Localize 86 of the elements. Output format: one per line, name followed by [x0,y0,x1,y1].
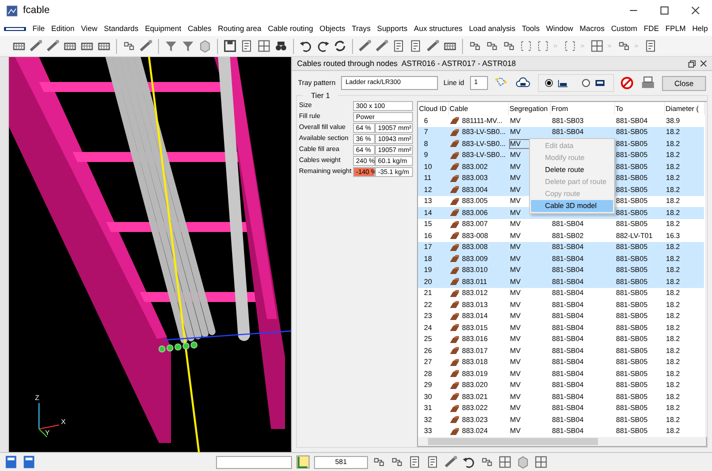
horizontal-scrollbar[interactable] [418,437,706,446]
cable-icon [450,404,459,412]
document-icon[interactable] [240,39,254,53]
maximize-icon[interactable] [660,6,669,15]
cable-icon [450,393,459,400]
cable-icon [450,174,459,182]
filter-icon[interactable] [164,39,178,53]
cable-icon [450,324,459,332]
undo-icon[interactable] [462,455,476,469]
document-icon[interactable] [409,39,423,53]
window-icon[interactable] [257,39,271,53]
cable-icon [450,290,459,297]
radio-button[interactable] [582,79,590,87]
cable-icon [450,186,459,194]
cable-icon[interactable] [46,39,60,53]
tray-section-icon[interactable] [592,77,607,89]
bracket-icon[interactable] [519,39,533,53]
cable-icon [450,152,459,159]
cable-icon [450,358,459,366]
cube-icon[interactable] [198,39,212,53]
binoculars-icon[interactable] [274,39,288,53]
cable-icon [450,370,459,378]
cable-layout-icon[interactable] [556,77,570,89]
nodes-icon[interactable] [468,39,482,53]
cable-icon [450,198,459,205]
radio-button[interactable] [544,79,553,87]
calculator-icon[interactable] [4,455,18,469]
cable-icon [450,278,459,286]
cable-icon [450,255,459,262]
cable-icon [450,266,459,274]
ruler-icon[interactable] [296,455,310,469]
cloud-icon[interactable] [514,76,532,90]
nodes-icon[interactable] [502,39,516,53]
cable-icon [450,428,459,435]
document-icon[interactable] [392,39,406,53]
nodes-icon[interactable] [390,455,404,469]
document-icon[interactable] [426,455,440,469]
cable-icon [450,140,459,148]
prohibited-icon[interactable] [620,76,634,90]
window-icon[interactable] [590,39,604,53]
app-icon[interactable] [6,4,18,16]
close-icon[interactable] [691,6,700,15]
nodes-icon[interactable] [617,39,631,53]
cable-icon[interactable] [29,39,43,53]
axes-drawing [38,402,60,438]
bracket-icon[interactable] [563,39,577,53]
calculator-icon[interactable] [22,455,36,469]
cable-icon [450,209,459,216]
save-icon[interactable] [223,39,237,53]
printer-icon[interactable] [640,75,656,91]
cable-icon [450,301,459,308]
cable-icon [450,232,459,240]
window-icon[interactable] [498,455,512,469]
cable-icon[interactable] [426,39,440,53]
cable-icon [450,416,459,424]
cable-icon[interactable] [375,39,389,53]
redo-icon[interactable] [316,39,330,53]
cable-icon [450,128,459,136]
refresh-icon[interactable] [333,39,347,53]
cube-icon[interactable] [516,455,530,469]
close-icon[interactable] [700,60,707,67]
document-icon[interactable] [408,455,422,469]
cable-icon [450,220,459,228]
cable-icon[interactable] [444,455,458,469]
nodes-icon[interactable] [480,455,494,469]
cable-icon[interactable] [139,39,153,53]
cable-icon [450,117,459,124]
cable-icon[interactable] [358,39,372,53]
window-title: fcable [23,5,51,16]
nodes-icon[interactable] [485,39,499,53]
cable-icon [450,312,459,320]
filter-icon[interactable] [181,39,195,53]
nodes-icon[interactable] [372,455,386,469]
cable-icon [450,244,459,251]
nodes-icon[interactable] [122,39,136,53]
cable-icon [450,347,459,354]
window-icon[interactable] [534,455,548,469]
cable-icon [450,382,459,389]
restore-icon[interactable] [688,60,696,68]
undo-icon[interactable] [299,39,313,53]
document-icon[interactable] [644,39,658,53]
vertical-scrollbar[interactable] [704,102,706,437]
input-field[interactable] [216,456,292,468]
bracket-icon[interactable] [536,39,550,53]
cable-icon [450,336,459,343]
cable-icon [450,163,459,170]
